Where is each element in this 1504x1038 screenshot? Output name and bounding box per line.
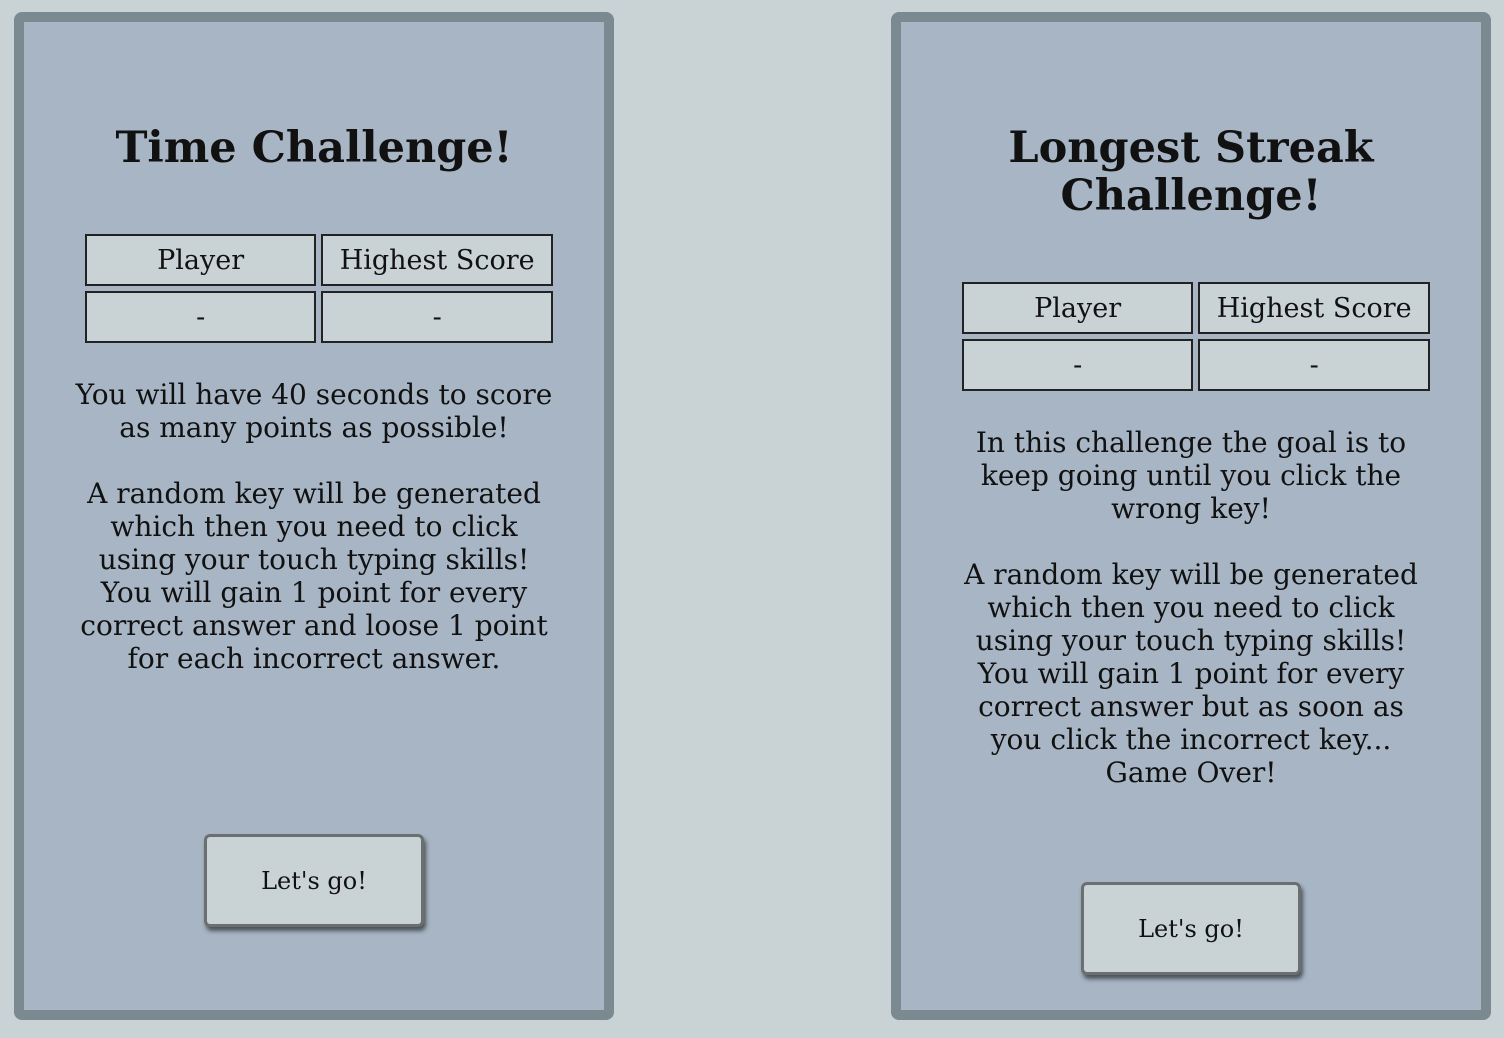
description-paragraph: A random key will be generated which the… <box>964 558 1418 789</box>
longest-streak-challenge-card: Longest Streak Challenge! Player Highest… <box>891 12 1491 1020</box>
player-column-header: Player <box>85 234 317 286</box>
highest-score-column-header: Highest Score <box>1198 282 1430 334</box>
player-cell: - <box>962 339 1194 391</box>
player-column-header: Player <box>962 282 1194 334</box>
highest-score-column-header: Highest Score <box>321 234 553 286</box>
time-challenge-description: You will have 40 seconds to score as man… <box>74 378 554 708</box>
highest-score-cell: - <box>1198 339 1430 391</box>
player-cell: - <box>85 291 317 343</box>
description-paragraph: A random key will be generated which the… <box>80 477 548 675</box>
time-challenge-card: Time Challenge! Player Highest Score - -… <box>14 12 614 1020</box>
time-challenge-start-button[interactable]: Let's go! <box>204 834 424 927</box>
time-challenge-title: Time Challenge! <box>115 123 513 173</box>
description-paragraph: In this challenge the goal is to keep go… <box>975 426 1407 525</box>
longest-streak-challenge-description: In this challenge the goal is to keep go… <box>951 426 1431 822</box>
highest-score-cell: - <box>321 291 553 343</box>
longest-streak-challenge-title: Longest Streak Challenge! <box>1008 123 1374 221</box>
description-paragraph: You will have 40 seconds to score as man… <box>75 378 553 444</box>
longest-streak-scoreboard: Player Highest Score - - <box>957 277 1435 396</box>
longest-streak-start-button[interactable]: Let's go! <box>1081 882 1301 975</box>
time-challenge-scoreboard: Player Highest Score - - <box>80 229 558 348</box>
